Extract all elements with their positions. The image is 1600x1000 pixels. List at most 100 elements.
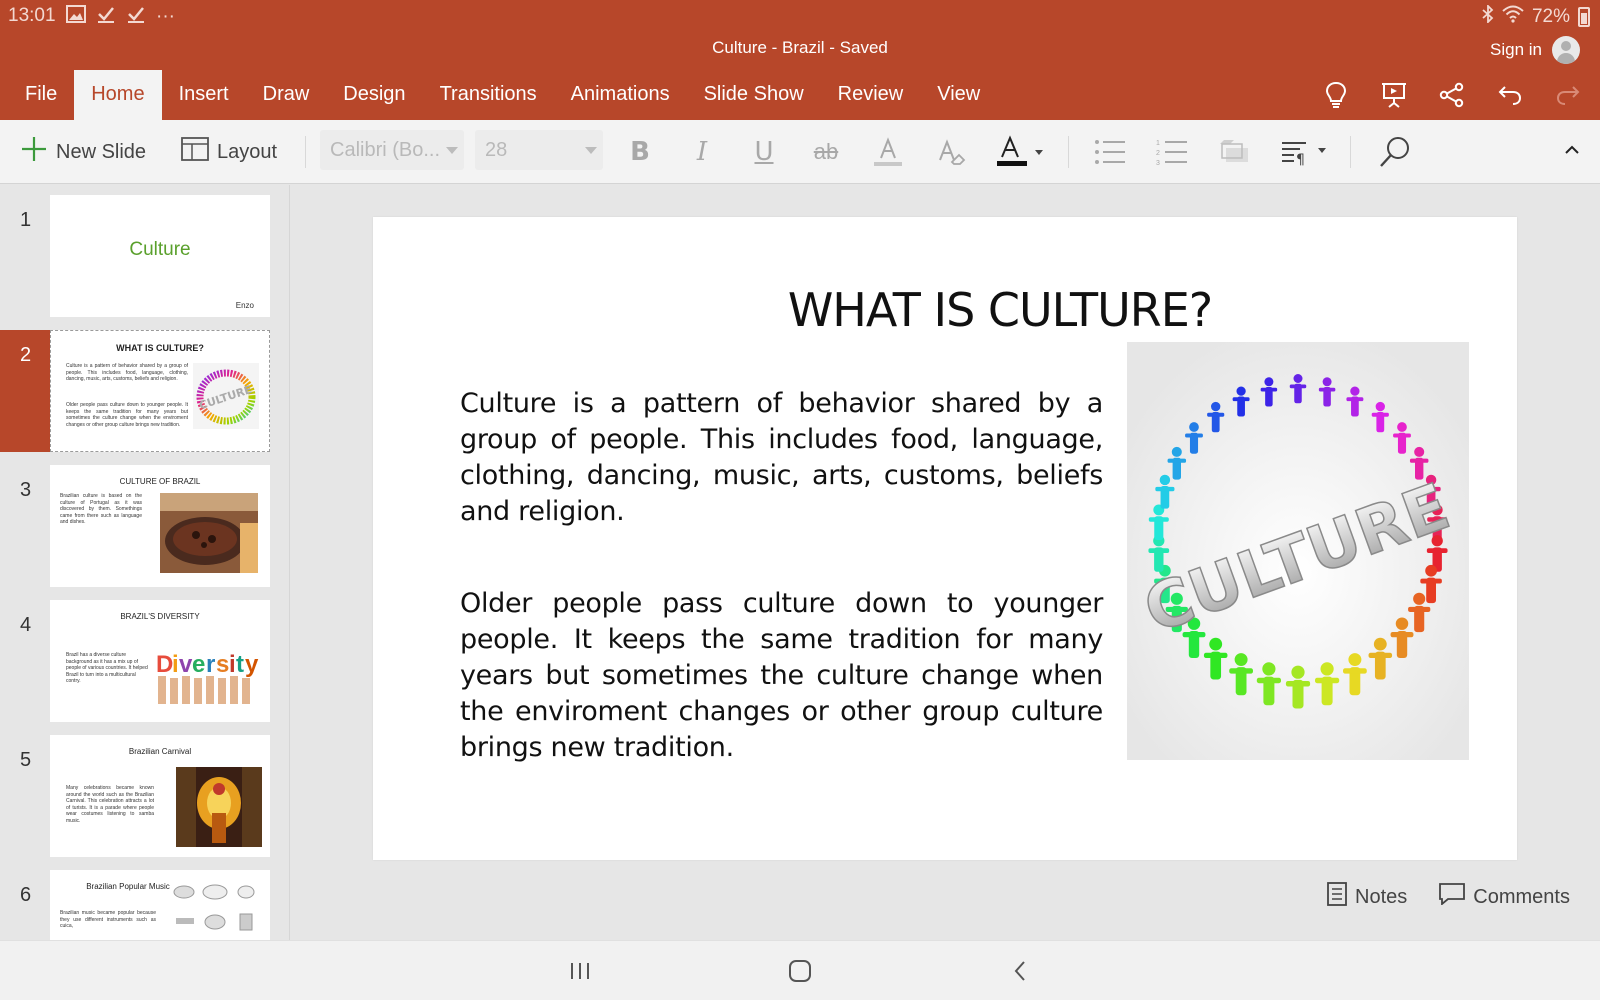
present-icon[interactable]: [1376, 78, 1412, 112]
svg-text:2: 2: [1156, 150, 1160, 157]
undo-icon[interactable]: [1492, 78, 1528, 112]
tab-file[interactable]: File: [0, 70, 74, 120]
comments-label: Comments: [1473, 885, 1570, 908]
font-name-value: Calibri (Bo...: [330, 139, 441, 161]
check-icon: [126, 4, 146, 30]
tab-animations[interactable]: Animations: [554, 70, 687, 120]
system-status: 72%: [1482, 3, 1590, 29]
new-slide-button[interactable]: New Slide: [20, 132, 146, 172]
tab-view[interactable]: View: [920, 70, 997, 120]
slide-title[interactable]: WHAT IS CULTURE?: [373, 283, 1517, 337]
lightbulb-icon[interactable]: [1318, 78, 1354, 112]
bullets-icon[interactable]: [1090, 132, 1130, 172]
font-color-button[interactable]: [996, 132, 1054, 172]
tab-slide-show[interactable]: Slide Show: [687, 70, 821, 120]
font-name-select[interactable]: Calibri (Bo...: [320, 130, 464, 170]
layout-icon: [181, 137, 209, 167]
redo-icon[interactable]: [1550, 78, 1586, 112]
slide-number: 5: [20, 749, 32, 771]
svg-text:3: 3: [1156, 160, 1160, 166]
comments-button[interactable]: Comments: [1439, 883, 1570, 911]
collapse-icon[interactable]: [1564, 142, 1580, 160]
slide-canvas[interactable]: WHAT IS CULTURE? Culture is a pattern of…: [373, 217, 1517, 860]
slide-thumbnail-5[interactable]: 5 Brazilian Carnival Many celebrations b…: [0, 735, 288, 857]
thumb-body: Brazilian music became popular because t…: [60, 910, 156, 929]
thumb-title: BRAZIL'S DIVERSITY: [120, 612, 200, 621]
slide-number: 6: [20, 884, 32, 906]
home-ribbon: New Slide Layout Calibri (Bo... 28 B I U…: [0, 120, 1600, 184]
thumb-title: WHAT IS CULTURE?: [116, 343, 204, 353]
clear-format-icon[interactable]: [930, 132, 970, 172]
bold-icon[interactable]: B: [620, 132, 660, 172]
tab-draw[interactable]: Draw: [246, 70, 327, 120]
highlight-icon[interactable]: [868, 132, 908, 172]
app-header: 13:01 ··· 72% Culture - Brazil - Saved S…: [0, 0, 1600, 120]
thumbnail-preview: Culture Enzo: [50, 195, 270, 317]
more-icon: ···: [156, 6, 175, 27]
svg-text:i: i: [229, 651, 236, 678]
shape-fill-icon[interactable]: [1214, 132, 1254, 172]
thumb-body: Many celebrations became known around th…: [66, 785, 154, 824]
thumbnail-preview: CULTURE OF BRAZIL Brazilian culture is b…: [50, 465, 270, 587]
svg-text:e: e: [192, 651, 205, 678]
thumb-body: Older people pass culture down to younge…: [66, 402, 188, 428]
tab-review[interactable]: Review: [821, 70, 921, 120]
slide-thumbnail-3[interactable]: 3 CULTURE OF BRAZIL Brazilian culture is…: [0, 465, 288, 587]
slide-thumbnail-6[interactable]: 6 Brazilian Popular Music Brazilian musi…: [0, 870, 288, 940]
notes-label: Notes: [1355, 885, 1408, 908]
carnival-image: [176, 767, 262, 847]
svg-text:¶: ¶: [1296, 152, 1305, 167]
slide-thumbnail-4[interactable]: 4 BRAZIL'S DIVERSITY Brazil has a divers…: [0, 600, 288, 722]
layout-button[interactable]: Layout: [181, 132, 277, 172]
slide-paragraph-1[interactable]: Culture is a pattern of behavior shared …: [460, 386, 1103, 530]
document-title: Culture - Brazil - Saved: [712, 38, 888, 57]
strikethrough-icon[interactable]: ab: [806, 132, 846, 172]
svg-text:s: s: [216, 651, 229, 678]
slide-number: 2: [20, 344, 32, 366]
ribbon-separator: [305, 136, 306, 168]
thumb-title: Brazilian Carnival: [128, 747, 192, 756]
battery-percent: 72%: [1531, 6, 1570, 27]
editor-footer: Notes Comments: [1327, 882, 1570, 912]
home-icon[interactable]: [780, 955, 820, 987]
recents-icon[interactable]: [560, 955, 600, 987]
culture-ring-image[interactable]: CULTURE: [1127, 342, 1469, 760]
layout-label: Layout: [217, 140, 278, 163]
find-icon[interactable]: [1375, 132, 1415, 172]
slide-number: 4: [20, 614, 32, 636]
svg-text:i: i: [172, 651, 179, 678]
check-icon: [96, 4, 116, 30]
chevron-down-icon: [446, 147, 458, 154]
slide-thumbnail-1[interactable]: 1 Culture Enzo: [0, 195, 288, 317]
svg-text:y: y: [245, 651, 259, 678]
status-time: 13:01: [8, 5, 56, 26]
status-bar: 13:01 ··· 72%: [0, 0, 1600, 32]
avatar-icon: [1552, 36, 1580, 64]
thumb-body: Brazil has a diverse culture background …: [66, 652, 148, 684]
sign-in-label: Sign in: [1490, 40, 1542, 59]
tab-insert[interactable]: Insert: [162, 70, 246, 120]
italic-icon[interactable]: I: [682, 132, 722, 172]
sign-in-button[interactable]: Sign in: [1490, 36, 1580, 64]
slide-thumbnails: 1 Culture Enzo 2 WHAT IS CULTURE? Cultur…: [0, 185, 290, 940]
back-icon[interactable]: [1000, 955, 1040, 987]
slide-paragraph-2[interactable]: Older people pass culture down to younge…: [460, 586, 1103, 766]
tab-design[interactable]: Design: [326, 70, 422, 120]
culture-ring-image: CULTURE: [193, 363, 259, 429]
tab-transitions[interactable]: Transitions: [423, 70, 554, 120]
tab-home[interactable]: Home: [74, 70, 162, 120]
underline-icon[interactable]: U: [744, 132, 784, 172]
share-icon[interactable]: [1434, 78, 1470, 112]
notes-icon: [1327, 882, 1347, 912]
powerpoint-app: 13:01 ··· 72% Culture - Brazil - Saved S…: [0, 0, 1600, 1000]
bluetooth-icon: [1482, 3, 1494, 29]
paragraph-icon[interactable]: ¶: [1280, 132, 1338, 172]
notes-button[interactable]: Notes: [1327, 882, 1407, 912]
diversity-image: Diversity: [154, 640, 260, 704]
plus-icon: [20, 135, 48, 169]
font-size-select[interactable]: 28: [475, 130, 603, 170]
chevron-down-icon: [585, 147, 597, 154]
slide-thumbnail-2[interactable]: 2 WHAT IS CULTURE? Culture is a pattern …: [0, 330, 288, 452]
slide-editor: WHAT IS CULTURE? Culture is a pattern of…: [291, 185, 1600, 940]
numbering-icon[interactable]: 1 2 3: [1152, 132, 1192, 172]
